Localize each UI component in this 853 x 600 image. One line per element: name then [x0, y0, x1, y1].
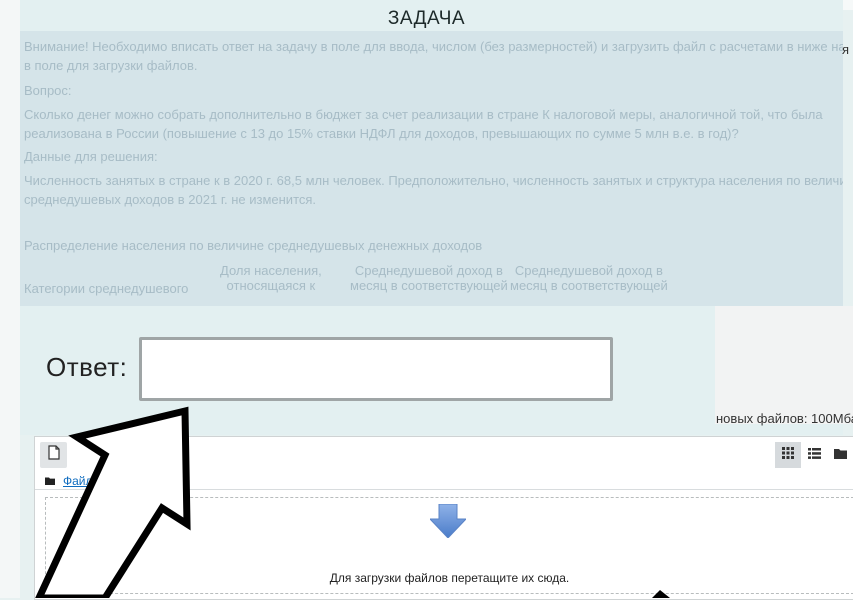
- arrow-down-icon: [428, 503, 468, 543]
- table-header: Категории среднедушевого: [24, 281, 189, 296]
- file-manager: Файлы Для загрузки файлов перетащите их …: [34, 436, 853, 600]
- table-header: Среднедушевой доход в месяц в соответств…: [350, 263, 508, 293]
- task-line: Внимание! Необходимо вписать ответ на за…: [24, 39, 843, 54]
- overflow-text: я: [842, 42, 850, 57]
- task-line: Распределение населения по величине сред…: [24, 238, 483, 253]
- drop-zone-text: Для загрузки файлов перетащите их сюда.: [329, 571, 570, 585]
- table-header: Среднедушевой доход в месяц в соответств…: [510, 263, 668, 293]
- view-tree-button[interactable]: [827, 442, 853, 468]
- answer-label: Ответ:: [46, 352, 128, 382]
- view-switcher: [775, 442, 853, 468]
- list-icon: [807, 446, 821, 464]
- breadcrumb: Файлы: [45, 473, 101, 489]
- view-icons-button[interactable]: [775, 442, 801, 468]
- file-icon: [47, 445, 60, 465]
- task-line: среднедушевых доходов в 2021 г. не измен…: [24, 192, 317, 207]
- folder-icon: [45, 474, 55, 488]
- task-line: реализована в России (повышение с 13 до …: [24, 126, 739, 141]
- task-line: Вопрос:: [24, 83, 72, 98]
- breadcrumb-files-link[interactable]: Файлы: [63, 474, 101, 488]
- file-manager-toolbar: [35, 437, 853, 469]
- page-left-strip: [0, 0, 20, 598]
- divider: [35, 489, 853, 490]
- answer-input[interactable]: [139, 337, 613, 401]
- task-title: ЗАДАЧА: [387, 8, 466, 29]
- add-file-button[interactable]: [40, 442, 67, 468]
- task-line: в поле для загрузки файлов.: [24, 58, 198, 73]
- blurred-task-text: Внимание! Необходимо вписать ответ на за…: [20, 31, 843, 306]
- folder-icon: [833, 446, 847, 464]
- file-limit-text: новых файлов: 100Мбай: [716, 411, 853, 426]
- task-line: Данные для решения:: [24, 149, 158, 164]
- task-line: Численность занятых в стране к в 2020 г.…: [24, 173, 843, 188]
- file-drop-zone[interactable]: Для загрузки файлов перетащите их сюда.: [45, 497, 853, 594]
- background-photo: [715, 306, 853, 424]
- task-line: Сколько денег можно собрать дополнительн…: [24, 107, 823, 122]
- view-list-button[interactable]: [801, 442, 827, 468]
- grid-icon: [782, 446, 794, 464]
- table-header: Доля населения, относящаяся к: [220, 263, 322, 293]
